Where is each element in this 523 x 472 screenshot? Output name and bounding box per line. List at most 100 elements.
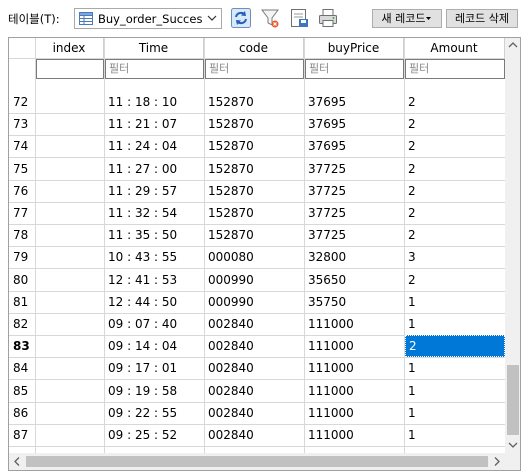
cell-buyprice[interactable]: 37725: [305, 180, 404, 202]
save-icon[interactable]: [288, 7, 310, 29]
cell-amount[interactable]: 1: [405, 291, 505, 313]
column-header-amount[interactable]: Amount: [404, 38, 505, 58]
cell-index[interactable]: [36, 158, 104, 180]
row-number[interactable]: 84: [9, 357, 35, 379]
cell-index[interactable]: [36, 291, 104, 313]
row-number[interactable]: 80: [9, 269, 35, 291]
row-number[interactable]: 81: [9, 291, 35, 313]
row-number[interactable]: 85: [9, 380, 35, 402]
cell-index[interactable]: [36, 424, 104, 446]
cell-index[interactable]: [36, 180, 104, 202]
delete-record-button[interactable]: 레코드 삭제: [446, 9, 518, 28]
table-row[interactable]: 76 11 : 29 : 57 152870 37725 2: [9, 180, 505, 202]
row-number[interactable]: 76: [9, 180, 35, 202]
cell-amount[interactable]: 2: [405, 202, 505, 224]
cell-amount[interactable]: 1: [405, 357, 505, 379]
table-row[interactable]: 72 11 : 18 : 10 152870 37695 2: [9, 91, 505, 113]
cell-buyprice[interactable]: 111000: [305, 402, 404, 424]
row-number[interactable]: 73: [9, 113, 35, 135]
scroll-left-icon[interactable]: [10, 453, 24, 470]
cell-time[interactable]: 12 : 41 : 53: [105, 269, 204, 291]
cell-time[interactable]: 09 : 17 : 01: [105, 357, 204, 379]
vertical-scrollbar[interactable]: [505, 38, 521, 453]
cell-code[interactable]: 152870: [205, 91, 304, 113]
cell-code[interactable]: 152870: [205, 135, 304, 157]
cell-code[interactable]: 002840: [205, 424, 304, 446]
row-number[interactable]: 72: [9, 91, 35, 113]
cell-code[interactable]: 002840: [205, 357, 304, 379]
cell-time[interactable]: 09 : 14 : 04: [105, 335, 204, 357]
row-number[interactable]: 75: [9, 158, 35, 180]
row-number[interactable]: 77: [9, 202, 35, 224]
cell-amount[interactable]: 1: [405, 380, 505, 402]
cell-code[interactable]: 002840: [205, 335, 304, 357]
cell-code[interactable]: 152870: [205, 224, 304, 246]
clear-filter-icon[interactable]: [259, 7, 281, 29]
cell-index[interactable]: [36, 224, 104, 246]
cell-code[interactable]: 152870: [205, 113, 304, 135]
column-header-time[interactable]: Time: [104, 38, 204, 58]
cell-amount[interactable]: 3: [405, 246, 505, 268]
table-row[interactable]: 82 09 : 07 : 40 002840 111000 1: [9, 313, 505, 335]
table-row[interactable]: 79 10 : 43 : 55 000080 32800 3: [9, 246, 505, 268]
column-header-index[interactable]: index: [35, 38, 104, 58]
cell-amount[interactable]: 2: [405, 158, 505, 180]
cell-amount[interactable]: 2: [405, 135, 505, 157]
row-number[interactable]: 87: [9, 424, 35, 446]
cell-index[interactable]: [36, 335, 104, 357]
cell-amount[interactable]: 2: [405, 113, 505, 135]
cell-code[interactable]: 152870: [205, 202, 304, 224]
scroll-up-icon[interactable]: [505, 38, 521, 52]
cell-buyprice[interactable]: 32800: [305, 246, 404, 268]
table-row[interactable]: 83 09 : 14 : 04 002840 111000 2: [9, 335, 505, 357]
cell-index[interactable]: [36, 402, 104, 424]
table-row[interactable]: 80 12 : 41 : 53 000990 35650 2: [9, 269, 505, 291]
cell-code[interactable]: 000080: [205, 246, 304, 268]
table-row[interactable]: 75 11 : 27 : 00 152870 37725 2: [9, 158, 505, 180]
cell-time[interactable]: 09 : 07 : 40: [105, 313, 204, 335]
cell-index[interactable]: [36, 202, 104, 224]
scroll-down-icon[interactable]: [505, 438, 521, 452]
cell-time[interactable]: 11 : 18 : 10: [105, 91, 204, 113]
cell-time[interactable]: 12 : 44 : 50: [105, 291, 204, 313]
cell-amount[interactable]: 1: [405, 402, 505, 424]
dropdown-arrow-icon[interactable]: [206, 11, 218, 25]
cell-buyprice[interactable]: 111000: [305, 357, 404, 379]
table-row[interactable]: 78 11 : 35 : 50 152870 37725 2: [9, 224, 505, 246]
cell-time[interactable]: 11 : 21 : 07: [105, 113, 204, 135]
table-row[interactable]: 87 09 : 25 : 52 002840 111000 1: [9, 424, 505, 446]
cell-code[interactable]: 000990: [205, 291, 304, 313]
cell-amount[interactable]: 1: [405, 424, 505, 446]
cell-code[interactable]: 152870: [205, 180, 304, 202]
cell-buyprice[interactable]: 111000: [305, 380, 404, 402]
cell-buyprice[interactable]: 111000: [305, 313, 404, 335]
table-row[interactable]: 86 09 : 22 : 55 002840 111000 1: [9, 402, 505, 424]
cell-buyprice[interactable]: 37695: [305, 135, 404, 157]
cell-time[interactable]: 11 : 27 : 00: [105, 158, 204, 180]
filter-input-time[interactable]: 필터: [105, 59, 204, 79]
filter-input-amount[interactable]: 필터: [405, 59, 505, 79]
cell-time[interactable]: 11 : 35 : 50: [105, 224, 204, 246]
cell-buyprice[interactable]: 111000: [305, 335, 404, 357]
cell-buyprice[interactable]: 35650: [305, 269, 404, 291]
filter-input-index[interactable]: [36, 59, 104, 79]
cell-buyprice[interactable]: 37725: [305, 202, 404, 224]
cell-time[interactable]: 11 : 29 : 57: [105, 180, 204, 202]
refresh-icon[interactable]: [230, 7, 252, 29]
cell-code[interactable]: 000990: [205, 269, 304, 291]
table-row[interactable]: 77 11 : 32 : 54 152870 37725 2: [9, 202, 505, 224]
cell-index[interactable]: [36, 91, 104, 113]
cell-time[interactable]: 11 : 32 : 54: [105, 202, 204, 224]
cell-time[interactable]: 09 : 25 : 52: [105, 424, 204, 446]
cell-buyprice[interactable]: 37725: [305, 224, 404, 246]
cell-amount[interactable]: 2: [405, 180, 505, 202]
cell-code[interactable]: 002840: [205, 313, 304, 335]
table-select[interactable]: Buy_order_Succes: [74, 8, 222, 29]
filter-input-code[interactable]: 필터: [205, 59, 304, 79]
cell-index[interactable]: [36, 269, 104, 291]
cell-code[interactable]: 002840: [205, 402, 304, 424]
row-number[interactable]: 78: [9, 224, 35, 246]
table-row[interactable]: 84 09 : 17 : 01 002840 111000 1: [9, 357, 505, 379]
cell-buyprice[interactable]: 111000: [305, 424, 404, 446]
cell-amount[interactable]: 1: [405, 313, 505, 335]
